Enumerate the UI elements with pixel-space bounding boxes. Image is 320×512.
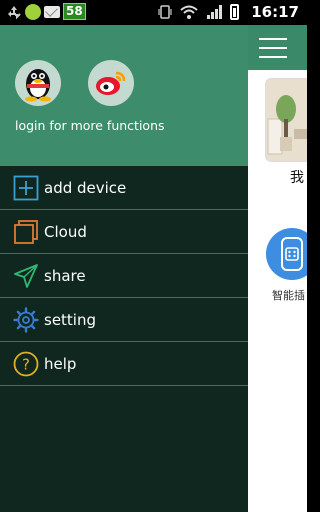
smart-plug-label: 智能插 bbox=[272, 289, 305, 302]
status-left-icons: 58 bbox=[6, 3, 86, 20]
menu-item-help[interactable]: ? help bbox=[0, 342, 248, 386]
vibrate-icon bbox=[158, 5, 172, 19]
notification-badge: 58 bbox=[63, 3, 86, 20]
menu-label-add-device: add device bbox=[44, 178, 127, 197]
hamburger-menu-icon[interactable] bbox=[259, 38, 287, 58]
menu-item-share[interactable]: share bbox=[0, 254, 248, 298]
signal-icon bbox=[207, 5, 223, 19]
paper-plane-icon bbox=[13, 263, 39, 289]
weibo-login-button[interactable] bbox=[88, 60, 134, 106]
wifi-icon bbox=[180, 5, 198, 19]
login-prompt[interactable]: login for more functions bbox=[15, 118, 165, 133]
main-content: 我 智能插 bbox=[248, 25, 307, 512]
navigation-drawer: login for more functions add device Clou… bbox=[0, 25, 248, 512]
top-app-bar bbox=[248, 25, 307, 70]
smart-plug-button[interactable] bbox=[266, 228, 307, 280]
gear-icon bbox=[13, 306, 39, 333]
copy-squares-icon bbox=[13, 219, 39, 245]
menu-label-cloud: Cloud bbox=[44, 222, 87, 241]
status-clock: 16:17 bbox=[251, 3, 299, 21]
room-illustration bbox=[266, 79, 307, 161]
menu-item-setting[interactable]: setting bbox=[0, 298, 248, 342]
qq-penguin-icon bbox=[25, 69, 51, 102]
question-circle-icon: ? bbox=[13, 351, 39, 377]
app-notification-icon bbox=[25, 3, 41, 20]
menu-item-add-device[interactable]: add device bbox=[0, 166, 248, 210]
qq-login-button[interactable] bbox=[15, 60, 61, 106]
drawer-menu: add device Cloud share setting ? help bbox=[0, 166, 248, 386]
status-bar: 58 16:17 bbox=[0, 0, 307, 25]
weibo-icon bbox=[96, 71, 126, 95]
smart-plug-icon bbox=[281, 237, 303, 271]
mail-icon bbox=[44, 5, 60, 18]
room-card-image[interactable] bbox=[265, 78, 307, 162]
battery-icon bbox=[230, 4, 240, 20]
menu-label-help: help bbox=[44, 354, 77, 373]
drawer-header: login for more functions bbox=[0, 25, 248, 166]
status-right-icons: 16:17 bbox=[158, 3, 299, 21]
add-box-icon bbox=[13, 175, 39, 201]
recycle-icon bbox=[8, 5, 21, 19]
svg-text:?: ? bbox=[22, 355, 30, 373]
menu-label-share: share bbox=[44, 266, 86, 285]
menu-item-cloud[interactable]: Cloud bbox=[0, 210, 248, 254]
menu-label-setting: setting bbox=[44, 310, 97, 329]
room-card-label: 我 bbox=[290, 170, 304, 186]
